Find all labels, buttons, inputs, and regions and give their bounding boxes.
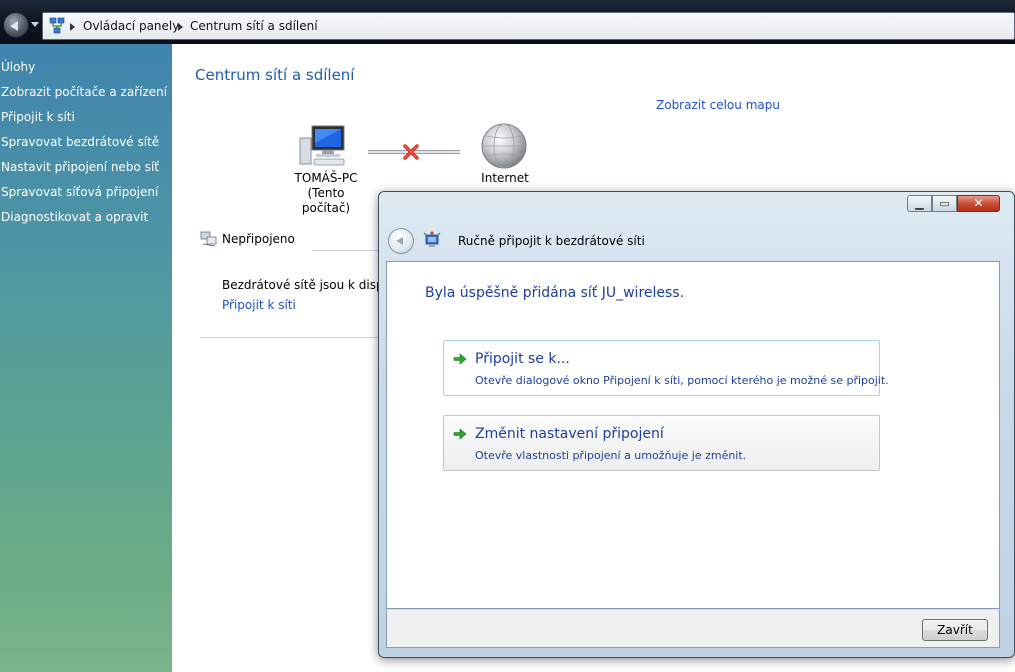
computer-label: TOMÁŠ-PC (Tento počítač) [282, 171, 370, 216]
maximize-icon: ▭ [939, 197, 950, 210]
option-change-settings-title: Změnit nastavení připojení [475, 426, 664, 442]
recent-pages-dropdown[interactable] [31, 22, 39, 27]
red-x-icon[interactable] [402, 143, 420, 161]
option-change-settings[interactable]: Změnit nastavení připojení Otevře vlastn… [443, 415, 880, 471]
option-change-settings-description: Otevře vlastnosti připojení a umožňuje j… [475, 449, 747, 462]
sidebar-item-manage-wireless[interactable]: Spravovat bezdrátové sítě [1, 135, 159, 149]
tasks-sidebar: Úlohy Zobrazit počítače a zařízení Připo… [0, 44, 172, 672]
connect-to-network-link[interactable]: Připojit k síti [222, 298, 296, 312]
network-status-icon [200, 231, 217, 247]
option-connect-to-title: Připojit se k... [475, 351, 570, 367]
green-arrow-icon [453, 353, 467, 365]
option-connect-to-description: Otevře dialogové okno Připojení k síti, … [475, 374, 889, 387]
dialog-title: Ručně připojit k bezdrátové síti [458, 234, 645, 248]
dialog-footer: Zavřít [386, 609, 1000, 648]
status-not-connected: Nepřipojeno [222, 232, 295, 246]
breadcrumb-separator-icon [178, 23, 183, 31]
back-button[interactable] [3, 12, 29, 38]
sidebar-item-connect[interactable]: Připojit k síti [1, 110, 75, 124]
breadcrumb-control-panel[interactable]: Ovládací panely [83, 19, 179, 33]
sidebar-item-setup-connection[interactable]: Nastavit připojení nebo síť [1, 160, 159, 174]
breadcrumb-separator-icon [70, 23, 75, 31]
close-window-button[interactable]: ✕ [957, 195, 1000, 212]
maximize-button[interactable]: ▭ [932, 195, 957, 212]
sidebar-item-manage-connections[interactable]: Spravovat síťová připojení [1, 185, 158, 199]
sidebar-heading: Úlohy [1, 60, 36, 74]
breadcrumb-network-center[interactable]: Centrum sítí a sdílení [190, 19, 318, 33]
sidebar-item-diagnose[interactable]: Diagnostikovat a opravit [1, 210, 148, 224]
network-icon [49, 17, 65, 34]
dialog-back-button[interactable] [388, 228, 414, 254]
computer-icon[interactable] [298, 124, 348, 166]
internet-label: Internet [481, 171, 529, 185]
globe-icon[interactable] [480, 122, 528, 170]
wireless-network-icon [423, 231, 441, 247]
page-title: Centrum sítí a sdílení [195, 66, 355, 84]
green-arrow-icon [453, 428, 467, 440]
sidebar-item-view-computers[interactable]: Zobrazit počítače a zařízení [1, 85, 167, 99]
dialog-body: Byla úspěšně přidána síť JU_wireless. Př… [386, 261, 1000, 609]
computer-name: TOMÁŠ-PC [294, 171, 358, 185]
explorer-titlebar: Ovládací panely Centrum sítí a sdílení [0, 0, 1015, 44]
minimize-icon: ▁ [915, 197, 924, 210]
close-button[interactable]: Zavřít [922, 619, 988, 641]
wireless-connect-dialog: ▁ ▭ ✕ Ručně připojit k bezdrátové síti B… [378, 191, 1015, 658]
computer-note: (Tento počítač) [301, 186, 351, 215]
dialog-heading: Byla úspěšně přidána síť JU_wireless. [425, 285, 685, 301]
minimize-button[interactable]: ▁ [907, 195, 932, 212]
option-connect-to[interactable]: Připojit se k... Otevře dialogové okno P… [443, 340, 889, 396]
available-networks-text: Bezdrátové sítě jsou k dispozi [222, 278, 401, 292]
address-bar[interactable]: Ovládací panely Centrum sítí a sdílení [42, 12, 1015, 40]
window-controls: ▁ ▭ ✕ [907, 195, 1000, 213]
full-map-link[interactable]: Zobrazit celou mapu [656, 98, 780, 112]
close-icon: ✕ [973, 196, 984, 210]
